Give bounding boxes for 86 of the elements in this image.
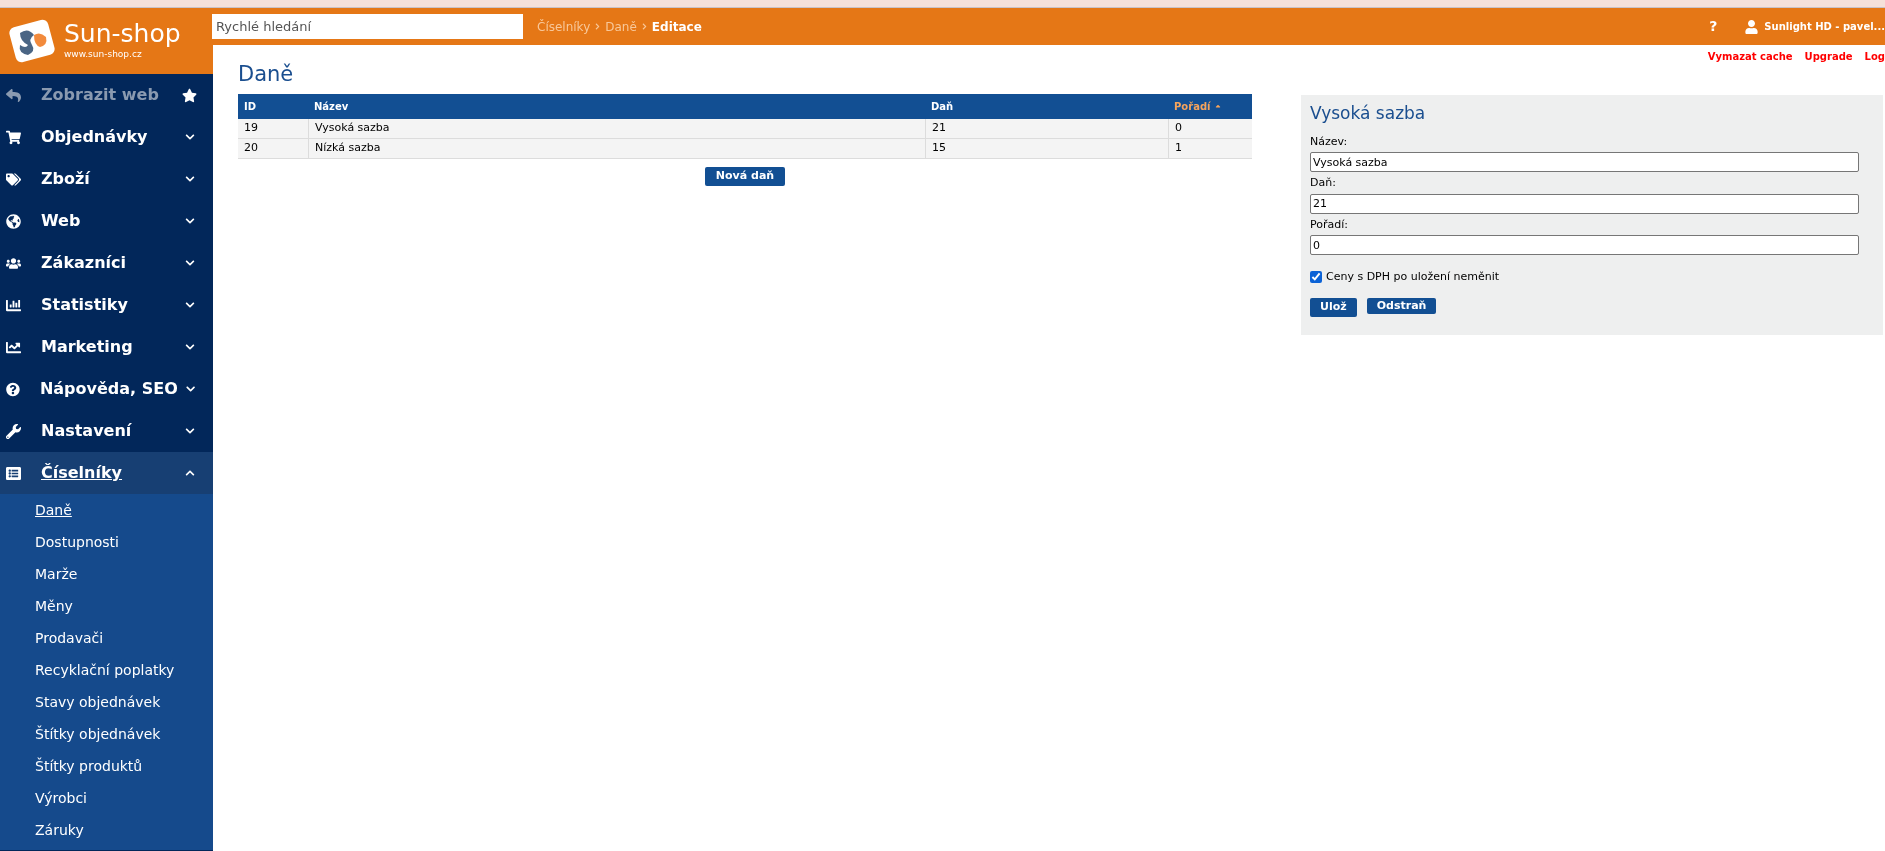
- chevron-down-icon[interactable]: [185, 174, 195, 184]
- save-button[interactable]: Ulož: [1310, 297, 1357, 317]
- sidebar-label: Zákazníci: [41, 252, 127, 274]
- chevron-down-icon[interactable]: [185, 258, 195, 268]
- chevron-down-icon[interactable]: [185, 426, 195, 436]
- table-cell: Nízká sazba: [308, 138, 925, 158]
- submenu-item[interactable]: Daně: [35, 499, 72, 521]
- panel-title: Vysoká sazba: [1310, 102, 1427, 125]
- submenu-item[interactable]: Štítky produktů: [35, 755, 143, 777]
- chevron-down-icon[interactable]: [185, 216, 195, 226]
- sidebar-item[interactable]: Nápověda, SEO: [0, 368, 213, 410]
- submenu-item[interactable]: Štítky objednávek: [35, 723, 161, 745]
- sidebar-label: Číselníky: [41, 462, 124, 484]
- sidebar-link[interactable]: Zobrazit web: [0, 74, 213, 116]
- breadcrumb-item: Editace: [651, 18, 702, 36]
- star-icon[interactable]: [182, 87, 197, 103]
- chevron-down-icon[interactable]: [185, 300, 195, 310]
- text-field[interactable]: Vysoká sazba: [1310, 152, 1859, 172]
- submenu-item[interactable]: Prodavači: [35, 627, 104, 649]
- search-field[interactable]: Rychlé hledání: [212, 14, 523, 39]
- user-icon: [1745, 19, 1759, 34]
- submenu-item[interactable]: Marže: [35, 563, 78, 585]
- new-tax-button[interactable]: Nová daň: [704, 166, 786, 186]
- field-label: Pořadí:: [1310, 216, 1349, 233]
- table-cell: 0: [1168, 118, 1252, 138]
- chevron-down-icon[interactable]: [185, 384, 195, 394]
- submenu-item[interactable]: Recyklační poplatky: [35, 659, 175, 681]
- text-field[interactable]: 21: [1310, 193, 1859, 214]
- reply-arrow-icon: [6, 87, 21, 103]
- sidebar-label: Web: [41, 210, 82, 232]
- logo-url: www.sun-shop.cz: [64, 48, 143, 62]
- wrench-icon: [6, 423, 21, 439]
- column-header[interactable]: ID: [244, 98, 257, 114]
- submenu-item[interactable]: Měny: [35, 595, 73, 617]
- sidebar-item[interactable]: Číselníky: [0, 452, 213, 494]
- submenu-item[interactable]: Výrobci: [35, 787, 87, 809]
- sidebar-item[interactable]: Zákazníci: [0, 242, 213, 284]
- sidebar-label: Nastavení: [41, 420, 133, 442]
- table-cell: 21: [925, 118, 1168, 138]
- field-label: Název:: [1310, 133, 1349, 150]
- logo-name: Sun-shop: [64, 20, 181, 49]
- sidebar-item[interactable]: Zboží: [0, 158, 213, 200]
- sidebar-label: Zboží: [41, 168, 91, 190]
- line-chart-icon: [6, 339, 21, 355]
- sidebar-item[interactable]: Marketing: [0, 326, 213, 368]
- header-link[interactable]: Log: [1864, 49, 1885, 65]
- column-header[interactable]: Daň: [931, 98, 954, 114]
- cart-icon: [6, 129, 21, 145]
- sidebar-item[interactable]: Nastavení: [0, 410, 213, 452]
- list-icon: [6, 465, 21, 481]
- sidebar-item[interactable]: Web: [0, 200, 213, 242]
- submenu-item[interactable]: Záruky: [35, 819, 84, 841]
- bar-chart-icon: [6, 297, 21, 313]
- header-link[interactable]: Upgrade: [1804, 49, 1853, 65]
- chevron-right-icon: [594, 23, 602, 30]
- table-cell-text: 20: [243, 139, 259, 156]
- column-header[interactable]: Pořadí: [1174, 98, 1211, 114]
- sidebar-label: Zobrazit web: [41, 84, 160, 106]
- chevron-down-icon[interactable]: [185, 132, 195, 142]
- users-icon: [6, 255, 21, 271]
- sidebar-item[interactable]: Statistiky: [0, 284, 213, 326]
- sidebar-label: Statistiky: [41, 294, 129, 316]
- sidebar-label: Objednávky: [41, 126, 149, 148]
- column-header[interactable]: Název: [314, 98, 349, 114]
- checkbox-label: Ceny s DPH po uložení neměnit: [1326, 269, 1500, 285]
- submenu-item[interactable]: Dostupnosti: [35, 531, 119, 553]
- delete-button[interactable]: Odstraň: [1366, 297, 1437, 314]
- table-cell: 1: [1168, 138, 1252, 158]
- chevron-down-icon[interactable]: [185, 342, 195, 352]
- help-icon: [6, 381, 20, 397]
- chevron-right-icon: [640, 23, 648, 30]
- table-cell-text: 19: [243, 119, 259, 136]
- checkbox[interactable]: [1310, 271, 1322, 284]
- page-title: Daně: [238, 61, 295, 88]
- sidebar-label: Marketing: [41, 336, 134, 358]
- sidebar-label: Nápověda, SEO: [39, 378, 178, 400]
- submenu-item[interactable]: Stavy objednávek: [35, 691, 161, 713]
- sidebar-item[interactable]: Objednávky: [0, 116, 213, 158]
- text-field[interactable]: 0: [1310, 235, 1859, 255]
- table-cell: 15: [925, 138, 1168, 158]
- chevron-up-icon[interactable]: [185, 468, 195, 478]
- header-link[interactable]: Vymazat cache: [1707, 49, 1793, 65]
- table-cell: Vysoká sazba: [308, 118, 925, 138]
- tags-icon: [6, 171, 21, 187]
- globe-icon: [6, 213, 21, 229]
- field-label: Daň:: [1310, 175, 1337, 191]
